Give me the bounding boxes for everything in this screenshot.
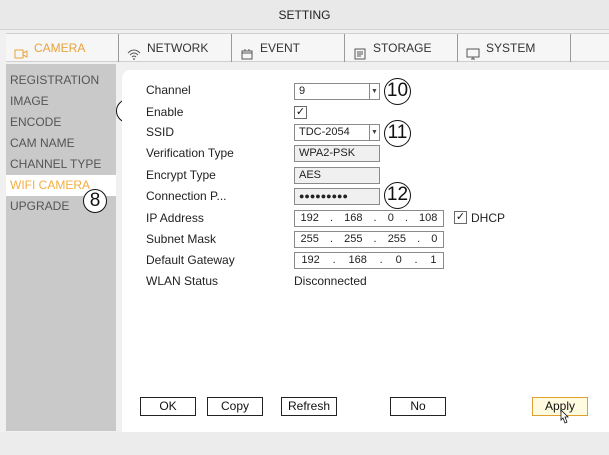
ip-octet: 108	[419, 212, 438, 224]
subnet-octet: 255	[344, 233, 363, 245]
event-icon	[240, 42, 254, 60]
network-icon	[127, 42, 141, 60]
ip-octet: 168	[344, 212, 363, 224]
enable-checkbox[interactable]: ✓	[294, 106, 307, 119]
refresh-button[interactable]: Refresh	[281, 397, 337, 416]
connection-password-label: Connection P...	[146, 189, 227, 203]
ip-octet: 192	[300, 212, 319, 224]
verification-type-label: Verification Type	[146, 146, 234, 160]
sidebar-item-encode[interactable]: ENCODE	[6, 112, 116, 133]
channel-select[interactable]: 9 ▼	[294, 83, 380, 100]
wlan-status-value: Disconnected	[294, 274, 367, 288]
subnet-octet: 0	[431, 233, 438, 245]
channel-label: Channel	[146, 83, 191, 97]
subnet-mask-label: Subnet Mask	[146, 232, 217, 246]
tab-storage[interactable]: STORAGE	[345, 34, 458, 62]
tab-event-label: EVENT	[260, 41, 301, 55]
chevron-down-icon: ▼	[369, 125, 379, 140]
ip-address-label: IP Address	[146, 211, 204, 225]
subnet-mask-field[interactable]: 255. 255. 255. 0	[294, 231, 444, 248]
settings-sidebar: REGISTRATION IMAGE ENCODE CAM NAME CHANN…	[6, 64, 116, 431]
tab-camera-label: CAMERA	[34, 41, 86, 55]
gateway-octet: 0	[395, 254, 402, 266]
tab-storage-label: STORAGE	[373, 41, 432, 55]
default-gateway-field[interactable]: 192. 168. 0. 1	[294, 252, 444, 269]
chevron-down-icon: ▼	[369, 84, 379, 99]
subnet-octet: 255	[300, 233, 319, 245]
callout-12: 12	[384, 182, 411, 209]
mouse-cursor-icon	[558, 409, 570, 425]
tab-network[interactable]: NETWORK	[119, 34, 232, 62]
callout-10: 10	[384, 78, 411, 105]
default-gateway-label: Default Gateway	[146, 253, 235, 267]
copy-button[interactable]: Copy	[207, 397, 263, 416]
subnet-octet: 255	[387, 233, 407, 245]
ssid-label: SSID	[146, 125, 175, 139]
main-tabs: CAMERA NETWORK EVENT STORAGE SYSTEM	[6, 33, 609, 62]
callout-8: 8	[83, 189, 107, 213]
tab-camera[interactable]: CAMERA	[6, 34, 119, 62]
sidebar-item-image[interactable]: IMAGE	[6, 91, 116, 112]
encrypt-type-field: AES	[294, 167, 380, 184]
callout-11: 11	[384, 120, 411, 147]
sidebar-item-cam-name[interactable]: CAM NAME	[6, 133, 116, 154]
dhcp-checkbox[interactable]: ✓	[454, 211, 467, 224]
ssid-select[interactable]: TDC-2054 ▼	[294, 124, 380, 141]
tab-system-label: SYSTEM	[486, 41, 536, 55]
tab-system[interactable]: SYSTEM	[458, 34, 571, 62]
ip-octet: 0	[387, 212, 394, 224]
no-button[interactable]: No	[390, 397, 446, 416]
sidebar-item-channel-type[interactable]: CHANNEL TYPE	[6, 154, 116, 175]
gateway-octet: 192	[301, 254, 320, 266]
gateway-octet: 1	[430, 254, 437, 266]
system-icon	[466, 42, 480, 60]
camera-icon	[14, 42, 28, 59]
enable-label: Enable	[146, 105, 184, 119]
storage-icon	[353, 42, 367, 60]
ssid-value: TDC-2054	[299, 126, 350, 138]
ok-button[interactable]: OK	[140, 397, 196, 416]
connection-password-field[interactable]: ●●●●●●●●●	[294, 188, 380, 205]
gateway-octet: 168	[348, 254, 367, 266]
tab-network-label: NETWORK	[147, 41, 209, 55]
verification-type-field: WPA2-PSK	[294, 145, 380, 162]
window-title: SETTING	[0, 0, 609, 30]
encrypt-type-label: Encrypt Type	[146, 168, 216, 182]
ip-address-field[interactable]: 192. 168. 0. 108	[294, 210, 444, 227]
status-bar	[0, 432, 609, 455]
channel-value: 9	[299, 85, 306, 97]
dhcp-label: DHCP	[471, 211, 506, 225]
tab-event[interactable]: EVENT	[232, 34, 345, 62]
wlan-status-label: WLAN Status	[146, 274, 219, 288]
sidebar-item-registration[interactable]: REGISTRATION	[6, 70, 116, 91]
